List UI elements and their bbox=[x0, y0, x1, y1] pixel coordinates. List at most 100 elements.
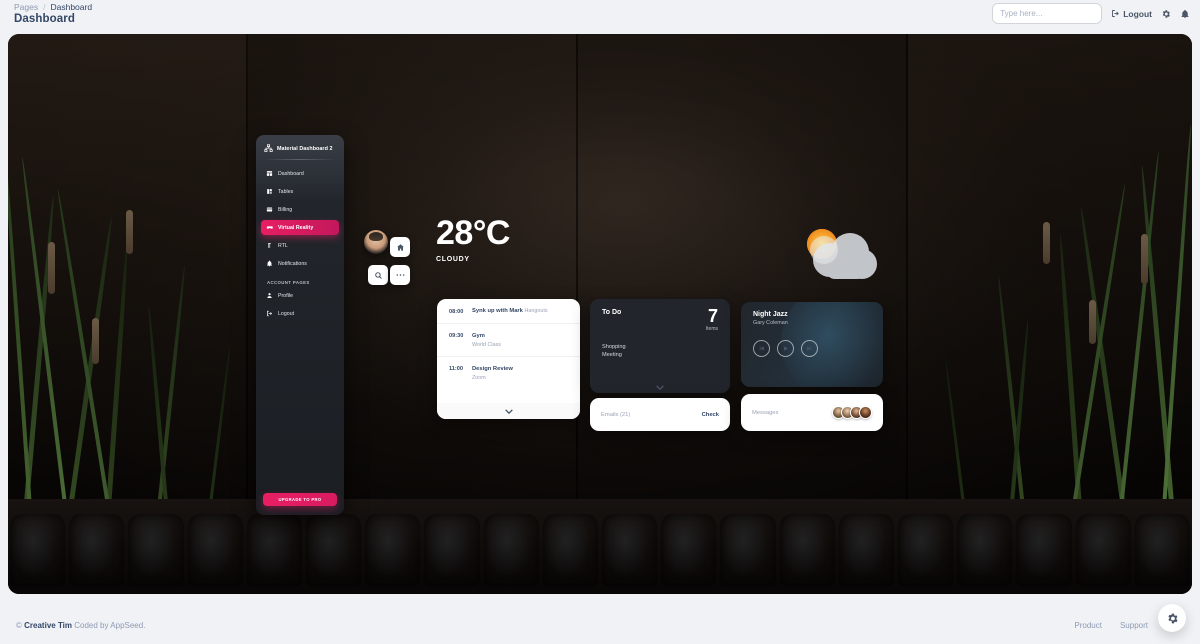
todo-unit: Items bbox=[705, 326, 718, 333]
logout-icon bbox=[266, 310, 273, 317]
logout-label: Logout bbox=[1123, 8, 1152, 19]
schedule-row[interactable]: 09:30 Gym World Class bbox=[437, 324, 580, 357]
sidebar-item-dashboard[interactable]: Dashboard bbox=[261, 166, 339, 181]
schedule-row[interactable]: 08:00 Synk up with Mark Hangouts bbox=[437, 299, 580, 324]
schedule-sub: World Class bbox=[472, 341, 501, 348]
bell-icon[interactable] bbox=[1180, 9, 1190, 19]
sidebar-item-label: Logout bbox=[278, 310, 295, 317]
rtl-icon bbox=[266, 242, 273, 249]
backdrop-seam bbox=[906, 34, 908, 512]
skip-next-icon bbox=[806, 345, 813, 352]
backdrop-seam bbox=[246, 34, 248, 512]
billing-icon bbox=[266, 206, 273, 213]
couch-tufts bbox=[8, 514, 1192, 586]
tables-icon bbox=[266, 188, 273, 195]
vr-scene: Material Dashboard 2 Dashboard Tables Bi… bbox=[8, 34, 1192, 594]
music-controls bbox=[753, 340, 871, 357]
sidebar-section-label: ACCOUNT PAGES bbox=[267, 280, 310, 285]
more-button[interactable] bbox=[390, 265, 410, 285]
logout-icon bbox=[1111, 9, 1120, 18]
avatar-stack[interactable] bbox=[832, 406, 872, 419]
todo-expand-button[interactable] bbox=[590, 385, 730, 390]
list-item[interactable]: Shopping bbox=[602, 344, 718, 350]
schedule-row[interactable]: 11:00 Design Review Zoom bbox=[437, 357, 580, 389]
backdrop-panel bbox=[8, 34, 248, 514]
logout-button[interactable]: Logout bbox=[1111, 9, 1152, 19]
breadcrumb-separator: / bbox=[43, 2, 46, 12]
footer-link-support[interactable]: Support bbox=[1120, 621, 1148, 630]
sidebar-item-notifications[interactable]: Notifications bbox=[261, 256, 339, 271]
sitemap-icon bbox=[264, 144, 273, 153]
home-button[interactable] bbox=[390, 237, 410, 257]
sidebar-item-label: Virtual Reality bbox=[278, 224, 314, 231]
previous-button[interactable] bbox=[753, 340, 770, 357]
search-input[interactable] bbox=[1000, 9, 1095, 18]
footer-copyright: © Creative Tim Coded by AppSeed. bbox=[16, 621, 145, 630]
sidebar-brand[interactable]: Material Dashboard 2 bbox=[261, 142, 339, 158]
todo-list: Shopping Meeting bbox=[602, 344, 718, 358]
play-button[interactable] bbox=[777, 340, 794, 357]
emails-check-button[interactable]: Check bbox=[702, 412, 719, 418]
schedule-title: Synk up with Mark Hangouts bbox=[472, 308, 548, 314]
sidebar-item-billing[interactable]: Billing bbox=[261, 202, 339, 217]
skip-previous-icon bbox=[758, 345, 765, 352]
footer-brand[interactable]: Creative Tim bbox=[24, 621, 72, 630]
settings-fab-button[interactable] bbox=[1158, 604, 1186, 632]
schedule-time: 09:30 bbox=[449, 333, 464, 339]
gear-icon[interactable] bbox=[1161, 9, 1171, 19]
todo-count: 7 bbox=[707, 306, 718, 326]
search-icon bbox=[374, 271, 383, 280]
footer: © Creative Tim Coded by AppSeed. Product… bbox=[0, 606, 1200, 644]
sidebar-item-logout[interactable]: Logout bbox=[261, 306, 339, 321]
breadcrumb-wrap: Pages / Dashboard Dashboard bbox=[14, 2, 92, 25]
sidebar-item-label: RTL bbox=[278, 242, 288, 249]
emails-label: Emails (21) bbox=[601, 411, 631, 418]
vr-sidebar: Material Dashboard 2 Dashboard Tables Bi… bbox=[256, 135, 344, 515]
backdrop-seam bbox=[576, 34, 578, 512]
sidebar-item-label: Notifications bbox=[278, 260, 307, 267]
couch bbox=[8, 499, 1192, 594]
person-icon bbox=[266, 292, 273, 299]
schedule-sub: Zoom bbox=[472, 374, 486, 381]
breadcrumb-root[interactable]: Pages bbox=[14, 2, 38, 12]
sidebar-item-label: Dashboard bbox=[278, 170, 304, 177]
sidebar-brand-label: Material Dashboard 2 bbox=[277, 145, 333, 152]
top-bar-actions: Logout bbox=[992, 2, 1190, 24]
messages-card: Messages bbox=[741, 394, 883, 431]
schedule-time: 11:00 bbox=[449, 366, 463, 372]
sidebar-divider bbox=[263, 159, 337, 160]
avatar[interactable] bbox=[364, 230, 388, 254]
schedule-time: 08:00 bbox=[449, 308, 464, 315]
sidebar-item-virtual-reality[interactable]: Virtual Reality bbox=[261, 220, 339, 235]
backdrop-panel bbox=[908, 34, 1192, 514]
todo-title: To Do bbox=[602, 309, 622, 316]
gear-icon bbox=[1166, 612, 1179, 625]
sidebar-item-profile[interactable]: Profile bbox=[261, 288, 339, 303]
sidebar-item-rtl[interactable]: RTL bbox=[261, 238, 339, 253]
breadcrumb-current: Dashboard bbox=[50, 2, 93, 12]
avatar[interactable] bbox=[859, 406, 872, 419]
page-title: Dashboard bbox=[14, 13, 75, 25]
sun-behind-cloud-icon bbox=[790, 220, 882, 286]
weather-widget: 28°C CLOUDY bbox=[436, 216, 510, 263]
search-box[interactable] bbox=[992, 3, 1103, 24]
schedule-card: 08:00 Synk up with Mark Hangouts 09:30 G… bbox=[437, 299, 580, 419]
weather-temperature: 28°C bbox=[436, 214, 510, 252]
sidebar-item-tables[interactable]: Tables bbox=[261, 184, 339, 199]
weather-condition: CLOUDY bbox=[436, 256, 470, 263]
dashboard-icon bbox=[266, 170, 273, 177]
schedule-expand-button[interactable] bbox=[437, 403, 580, 419]
schedule-title: Gym bbox=[472, 332, 485, 339]
top-bar: Pages / Dashboard Dashboard Logout bbox=[0, 0, 1200, 32]
copyright-symbol: © bbox=[16, 620, 22, 630]
chevron-down-icon bbox=[504, 408, 513, 414]
list-item[interactable]: Meeting bbox=[602, 352, 718, 358]
todo-header: To Do 7 Items bbox=[602, 306, 718, 333]
search-button[interactable] bbox=[368, 265, 388, 285]
footer-link-product[interactable]: Product bbox=[1074, 621, 1102, 630]
next-button[interactable] bbox=[801, 340, 818, 357]
schedule-meta: Hangouts bbox=[524, 308, 548, 314]
todo-card: To Do 7 Items Shopping Meeting bbox=[590, 299, 730, 393]
home-icon bbox=[396, 243, 405, 252]
upgrade-to-pro-button[interactable]: UPGRADE TO PRO bbox=[263, 493, 337, 506]
